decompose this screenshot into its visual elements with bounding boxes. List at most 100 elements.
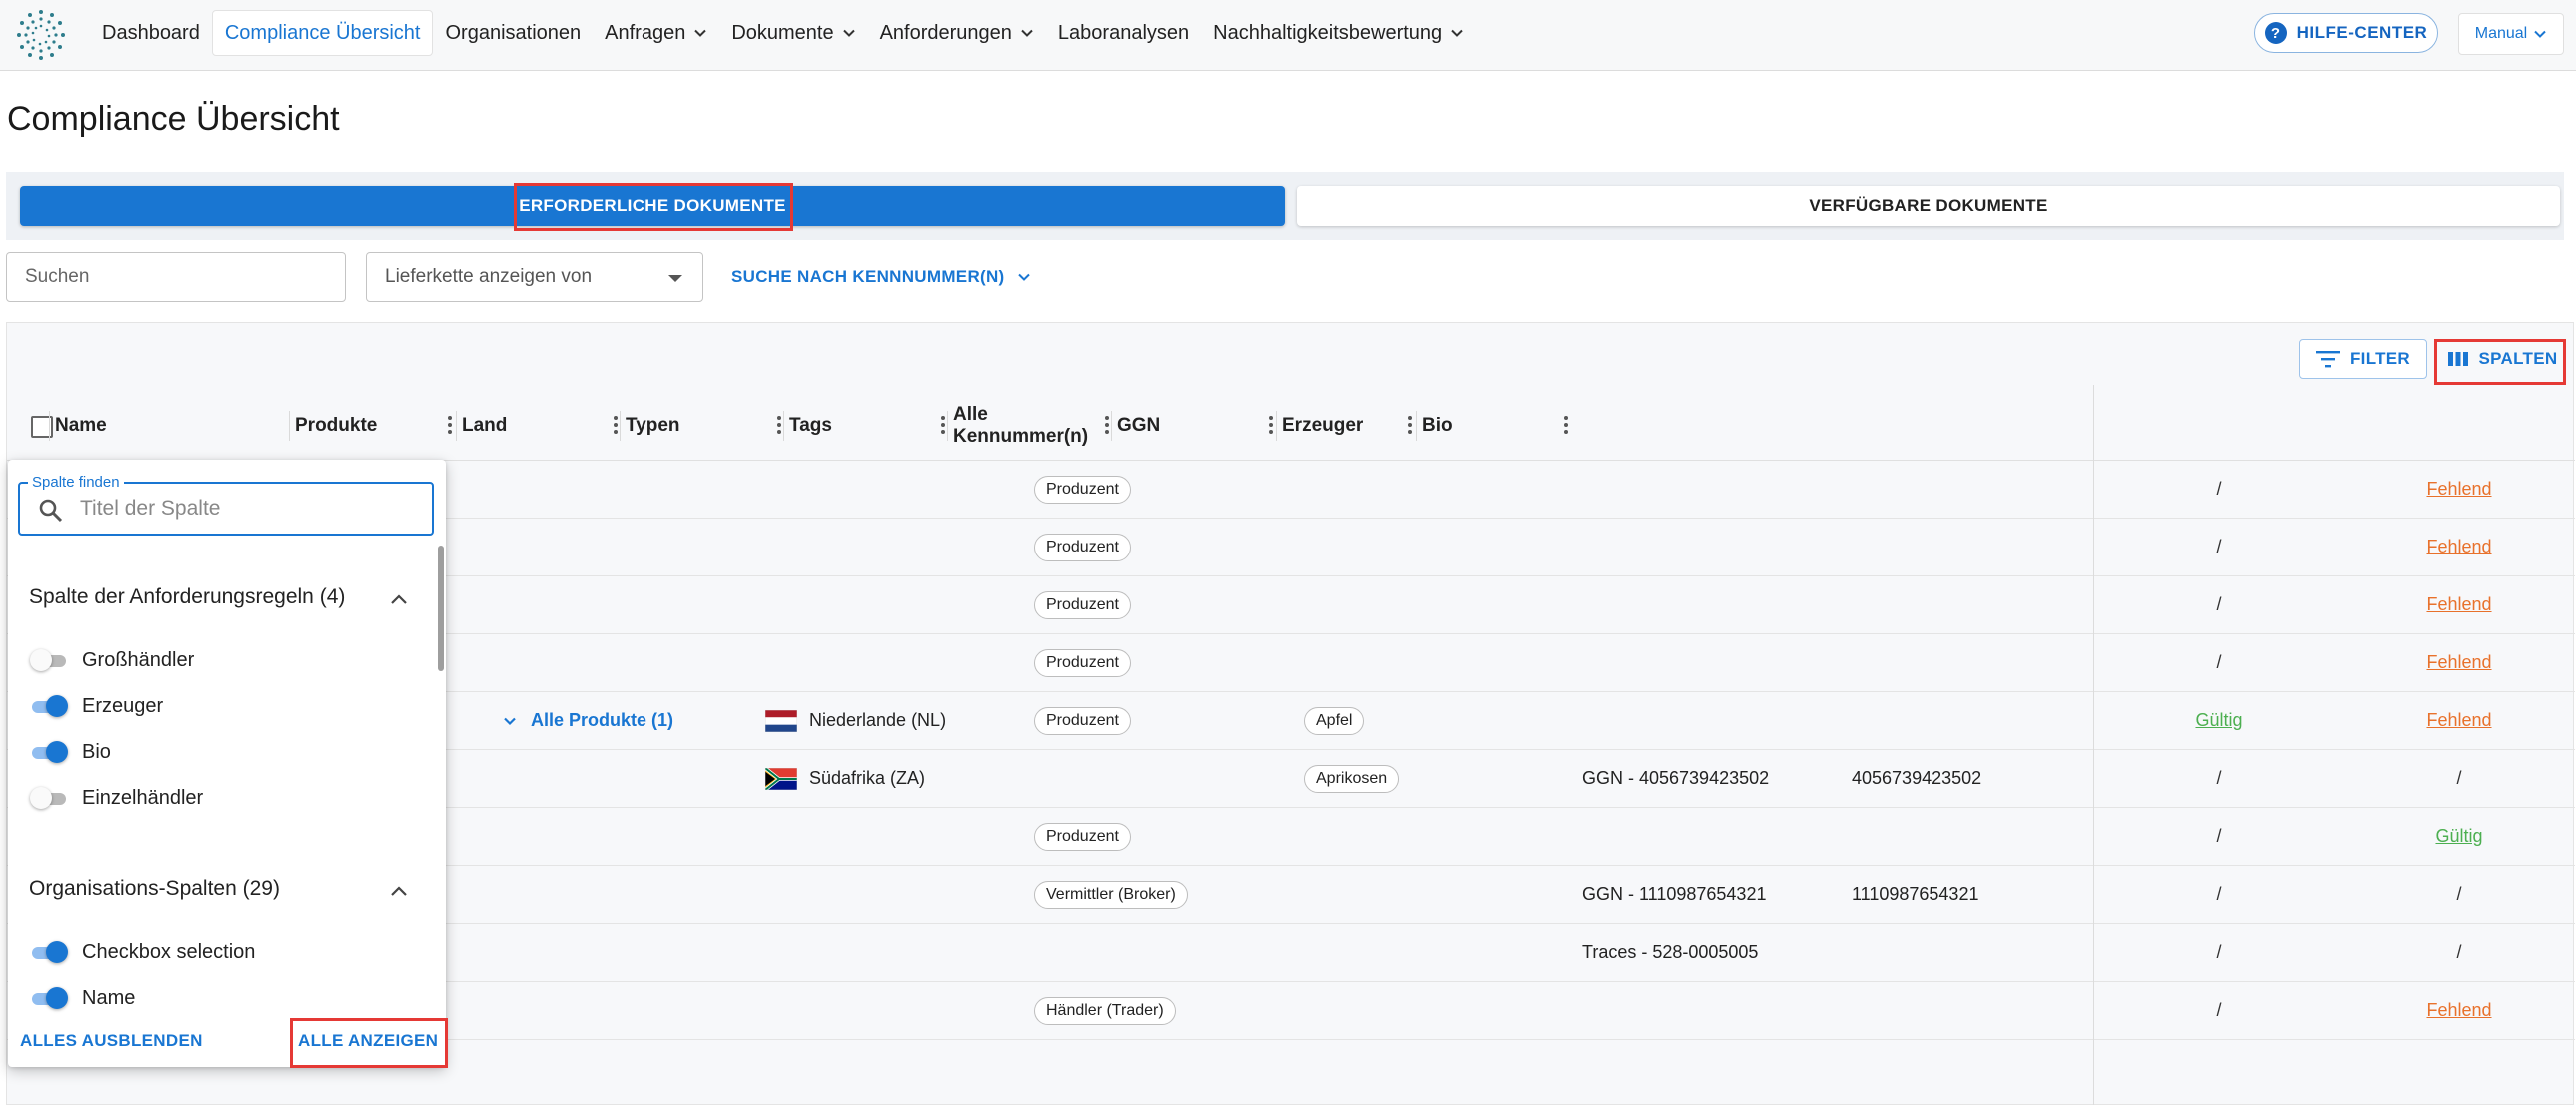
column-menu-icon[interactable] [448,415,452,435]
organic-status[interactable]: Fehlend [2426,594,2491,615]
producer-status[interactable]: Gültig [2195,710,2242,731]
organic-status[interactable]: Fehlend [2426,1000,2491,1021]
organic-status-cell[interactable]: Fehlend [2339,576,2576,633]
column-toggle-bio[interactable]: Bio [30,737,111,767]
nav-item-anforderungen[interactable]: Anforderungen [868,10,1046,56]
nav-item-anfragen[interactable]: Anfragen [593,10,719,56]
nav-item-dokumente[interactable]: Dokumente [719,10,867,56]
all-products-toggle[interactable]: Alle Produkte (1) [503,710,673,731]
dropdown-arrow-icon [668,275,682,282]
organic-status[interactable]: Fehlend [2426,710,2491,731]
south-africa-flag-icon [765,767,797,790]
toggle-switch[interactable] [30,741,68,763]
nav-item-laboranalysen[interactable]: Laboranalysen [1046,10,1201,56]
column-header-land[interactable]: Land [462,391,622,461]
toggle-switch[interactable] [30,695,68,717]
column-separator[interactable] [1416,411,1417,441]
organic-status-cell[interactable]: Fehlend [2339,634,2576,691]
column-separator[interactable] [783,411,784,441]
producer-status-cell: / [2099,750,2339,807]
chevron-up-icon[interactable] [390,593,408,605]
organic-status-cell[interactable]: Gültig [2339,808,2576,865]
filter-button[interactable]: FILTER [2299,339,2427,379]
chevron-up-icon[interactable] [390,885,408,897]
toggle-label: Großhändler [82,648,195,671]
column-search-field[interactable]: Spalte finden Titel der Spalte [18,474,434,536]
column-header-label: Tags [789,415,832,436]
column-toggle-name[interactable]: Name [30,983,135,1013]
column-separator[interactable] [1111,411,1112,441]
column-header-tags[interactable]: Tags [789,391,949,461]
organic-status[interactable]: Fehlend [2426,479,2491,500]
type-chip: Produzent [1034,822,1131,851]
all-products-label: Alle Produkte (1) [531,710,674,730]
organic-status-cell[interactable]: Fehlend [2339,461,2576,518]
panel-scrollbar[interactable] [438,546,444,671]
column-menu-icon[interactable] [1408,415,1412,435]
identifier-cell: GGN - 1110987654321 [1582,884,1767,904]
producer-status: / [2216,594,2222,614]
organic-status[interactable]: Fehlend [2426,537,2491,557]
nav-item-compliance-ubersicht[interactable]: Compliance Übersicht [211,10,434,56]
supply-chain-select[interactable]: Lieferkette anzeigen von [366,252,703,302]
nav-item-nachhaltigkeitsbewertung[interactable]: Nachhaltigkeitsbewertung [1201,10,1476,56]
manual-dropdown[interactable]: Manual [2458,13,2564,55]
column-header-label: Alle Kennummer(n) [953,404,1089,447]
column-toggle-gro-handler[interactable]: Großhändler [30,645,194,675]
nav-item-label: Anforderungen [879,21,1012,44]
id-search-button[interactable]: SUCHE NACH KENNNUMMER(N) [731,262,1031,292]
toggle-switch[interactable] [30,941,68,963]
hide-all-button[interactable]: ALLES AUSBLENDEN [20,1031,203,1051]
country-label: Südafrika (ZA) [809,768,926,788]
column-separator[interactable] [620,411,621,441]
column-menu-icon[interactable] [777,415,781,435]
toggle-label: Erzeuger [82,694,164,717]
page-title: Compliance Übersicht [7,100,340,138]
column-header-bio[interactable]: Bio [1422,391,1572,461]
column-menu-icon[interactable] [1564,415,1568,435]
column-separator[interactable] [947,411,948,441]
organic-status-cell[interactable]: Fehlend [2339,982,2576,1039]
column-separator[interactable] [49,411,50,441]
tag-cell: Apfel [1304,692,1365,749]
help-question-icon: ? [2264,22,2287,44]
column-header-typen[interactable]: Typen [626,391,785,461]
producer-status-cell: / [2099,982,2339,1039]
toggle-switch[interactable] [30,987,68,1009]
nav-item-organisationen[interactable]: Organisationen [433,10,593,56]
products-cell[interactable]: Alle Produkte (1) [503,692,673,749]
column-separator[interactable] [456,411,457,441]
column-header-ggn[interactable]: GGN [1117,391,1277,461]
column-header-produkte[interactable]: Produkte [295,391,456,461]
columns-button[interactable]: SPALTEN [2439,339,2565,379]
column-menu-icon[interactable] [614,415,618,435]
company-logo[interactable] [12,6,70,64]
toggle-switch[interactable] [30,649,68,671]
column-toggle-erzeuger[interactable]: Erzeuger [30,691,163,721]
organic-status-cell[interactable]: Fehlend [2339,692,2576,749]
show-all-button[interactable]: ALLE ANZEIGEN [298,1031,438,1051]
column-toggle-einzelhandler[interactable]: Einzelhändler [30,783,203,813]
column-menu-icon[interactable] [941,415,945,435]
producer-status-cell[interactable]: Gültig [2099,692,2339,749]
organic-status[interactable]: Fehlend [2426,652,2491,673]
search-input[interactable]: Suchen [6,252,346,302]
column-menu-icon[interactable] [1269,415,1273,435]
ggn-cell: 4056739423502 [1852,768,1982,788]
column-separator[interactable] [289,411,290,441]
column-header-name[interactable]: Name [55,391,291,461]
type-cell: Produzent [1034,808,1131,865]
column-separator[interactable] [1276,411,1277,441]
nav-item-dashboard[interactable]: Dashboard [90,10,212,56]
column-header-alle-kennummer-n[interactable]: Alle Kennummer(n) [953,391,1113,461]
help-center-button[interactable]: ? HILFE-CENTER [2254,13,2438,53]
column-toggle-checkbox-selection[interactable]: Checkbox selection [30,937,255,967]
column-menu-icon[interactable] [1105,415,1109,435]
tab-required-documents[interactable]: ERFORDERLICHE DOKUMENTE [20,186,1285,226]
column-header-erzeuger[interactable]: Erzeuger [1282,391,1416,461]
tab-available-documents[interactable]: VERFÜGBARE DOKUMENTE [1297,186,2560,226]
producer-status-cell: / [2099,461,2339,518]
toggle-switch[interactable] [30,787,68,809]
organic-status-cell[interactable]: Fehlend [2339,519,2576,575]
organic-status[interactable]: Gültig [2435,826,2482,847]
